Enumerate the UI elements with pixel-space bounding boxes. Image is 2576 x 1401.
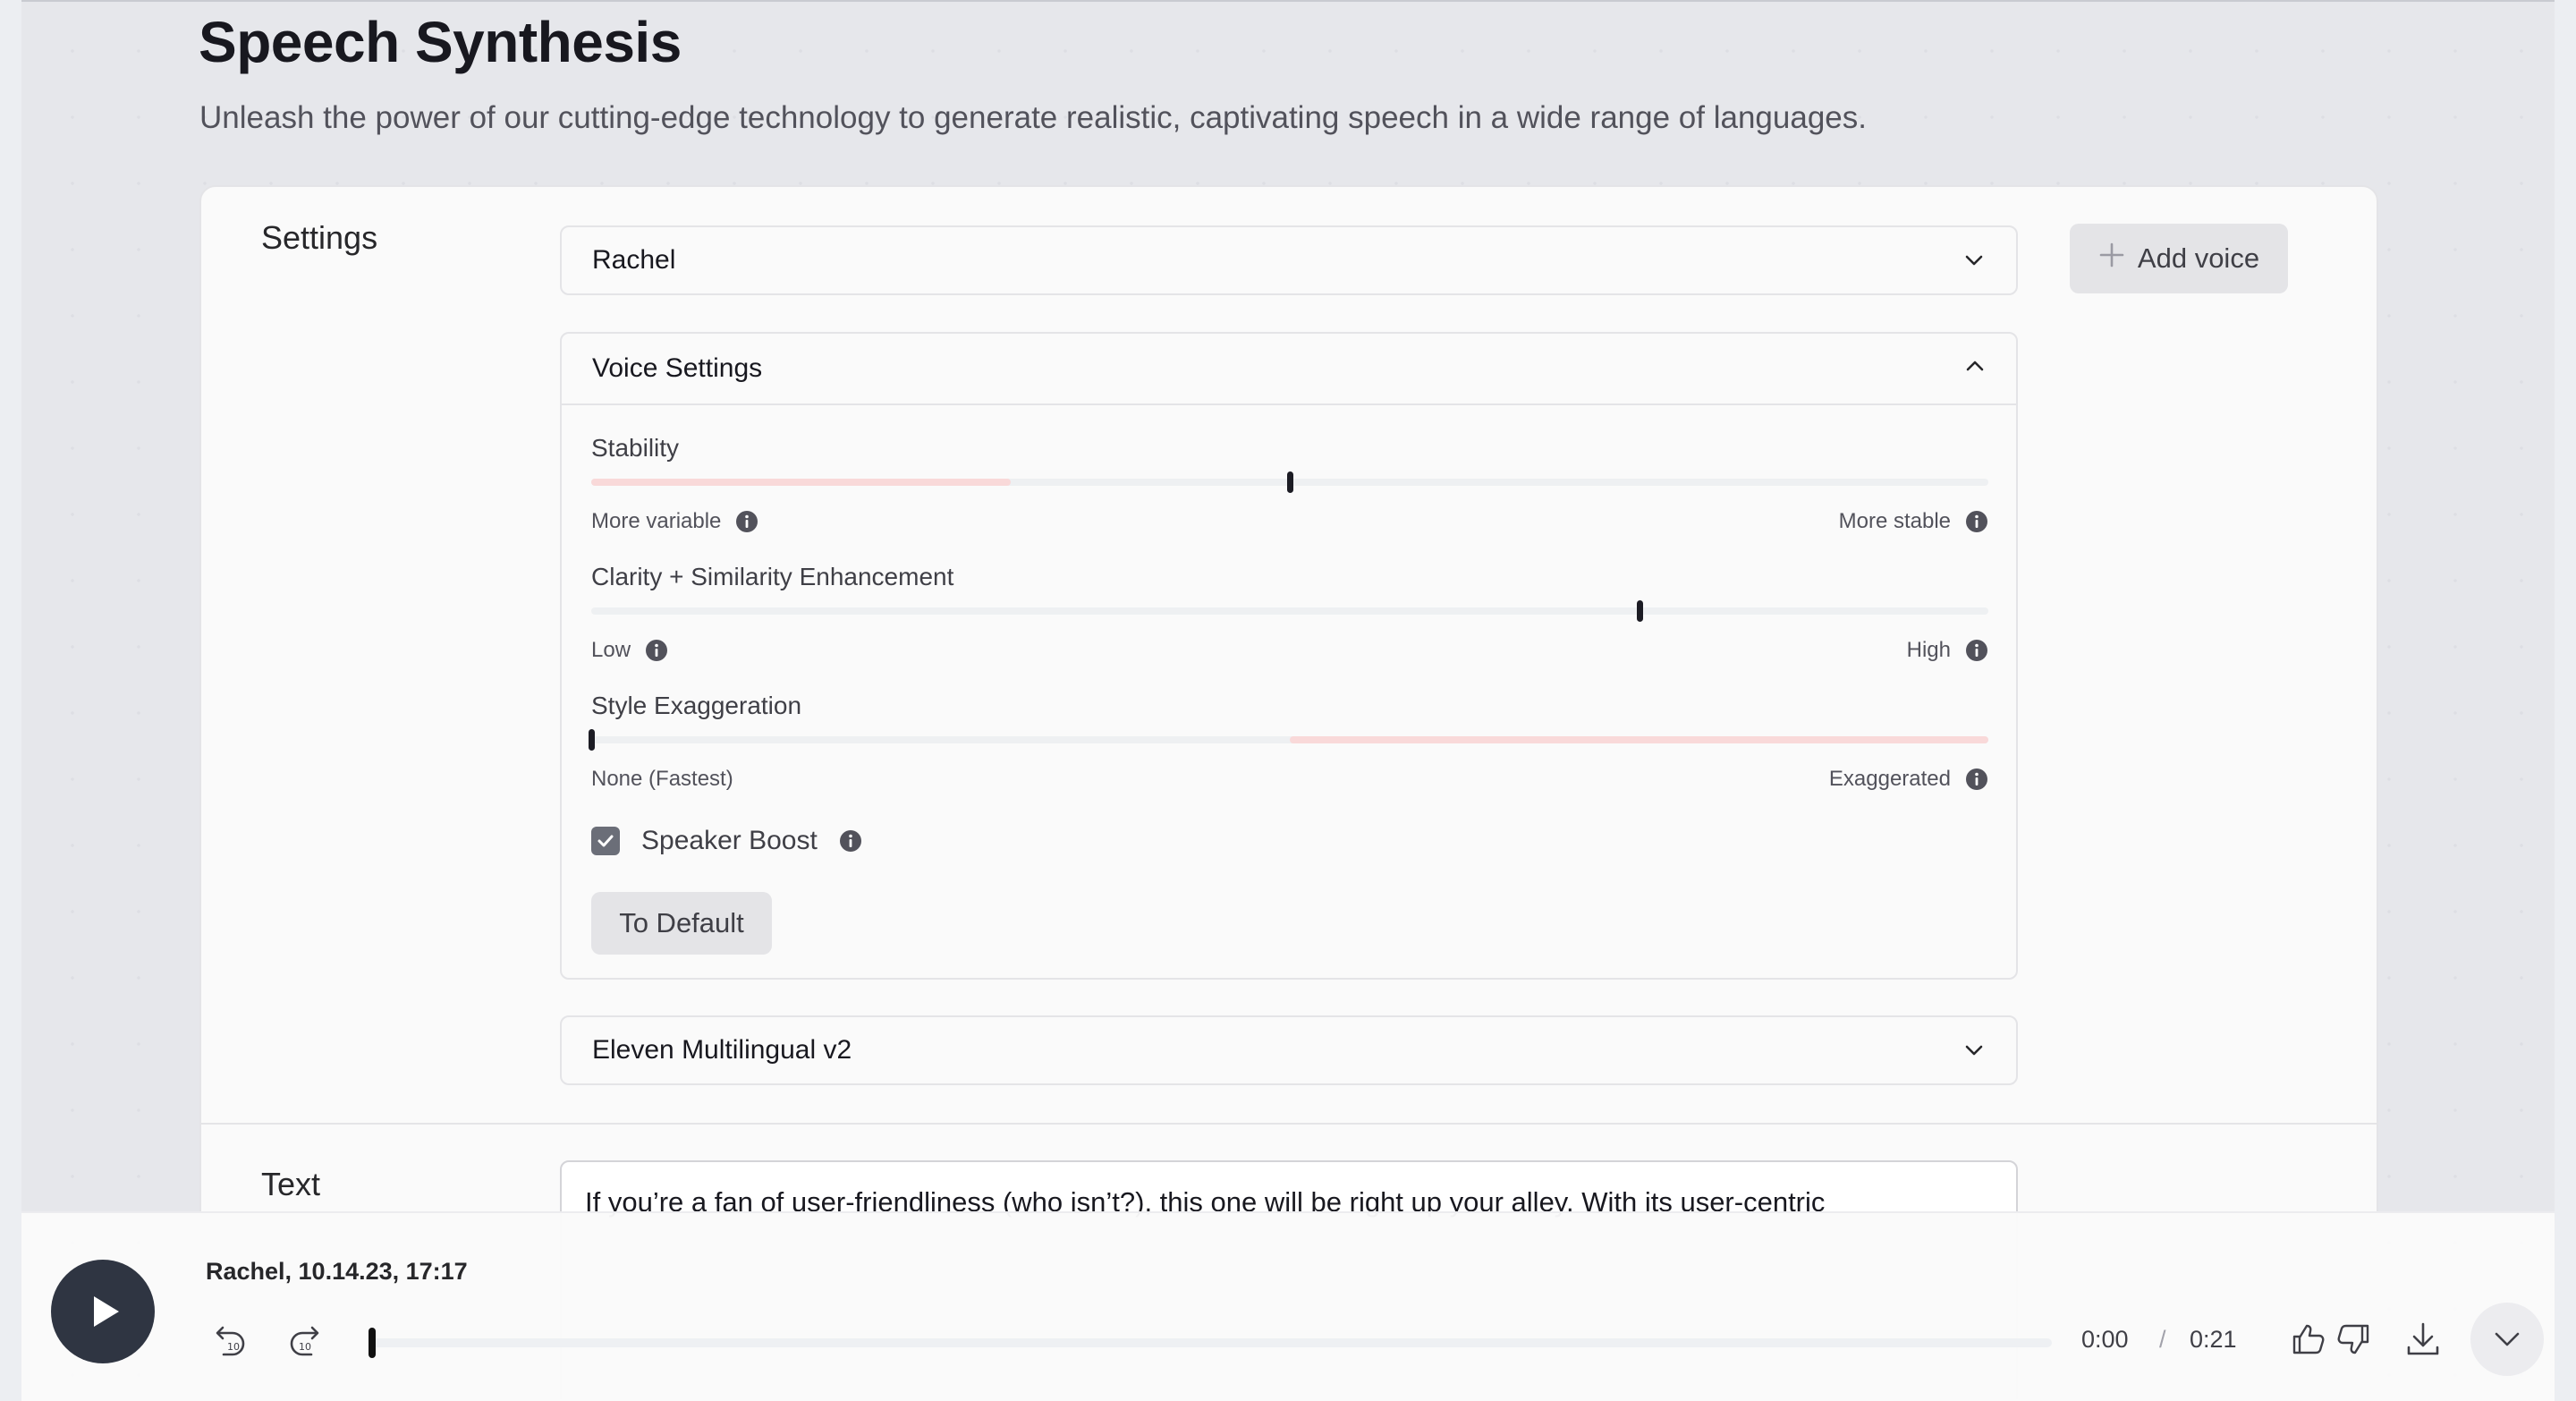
svg-text:10: 10 xyxy=(299,1341,311,1353)
stability-min-label: More variable xyxy=(591,509,722,533)
style-min-label: None (Fastest) xyxy=(591,767,733,791)
playback-progress-knob[interactable] xyxy=(369,1328,376,1358)
stability-recommended-range xyxy=(591,479,1011,486)
stability-max-label: More stable xyxy=(1838,509,1951,533)
stability-slider-group: Stability More variable More stable xyxy=(591,434,1988,533)
info-icon[interactable] xyxy=(1965,768,1988,791)
clarity-slider-group: Clarity + Similarity Enhancement Low Hig… xyxy=(591,563,1988,662)
collapse-player-button[interactable] xyxy=(2470,1303,2544,1376)
download-icon[interactable] xyxy=(2402,1319,2444,1360)
voice-select-value: Rachel xyxy=(592,245,676,275)
clarity-max-label: High xyxy=(1906,638,1951,662)
forward-icon: 10 xyxy=(290,1326,319,1356)
stability-label: Stability xyxy=(591,434,680,462)
speaker-boost-label: Speaker Boost xyxy=(641,826,818,855)
svg-text:10: 10 xyxy=(227,1341,240,1353)
info-icon[interactable] xyxy=(735,510,758,533)
speaker-boost-row: Speaker Boost xyxy=(591,826,862,856)
page-title: Speech Synthesis xyxy=(199,10,682,74)
text-section-label: Text xyxy=(261,1166,321,1202)
rewind-icon: 10 xyxy=(216,1326,245,1356)
clarity-slider[interactable] xyxy=(591,600,1988,622)
duration: 0:21 xyxy=(2190,1326,2237,1353)
speaker-boost-checkbox[interactable] xyxy=(591,827,620,855)
play-icon xyxy=(94,1296,119,1327)
rewind-10-button[interactable]: 10 xyxy=(209,1322,249,1362)
chevron-up-icon xyxy=(1964,353,1986,384)
play-button[interactable] xyxy=(51,1260,155,1363)
style-slider-thumb[interactable] xyxy=(589,729,595,751)
add-voice-label: Add voice xyxy=(2137,242,2260,274)
clarity-slider-thumb[interactable] xyxy=(1636,600,1643,622)
top-border xyxy=(21,0,2555,2)
page: Speech Synthesis Unleash the power of ou… xyxy=(21,0,2555,1399)
voice-settings-panel: Voice Settings Stability More variable M… xyxy=(560,332,2018,980)
chevron-down-icon xyxy=(1962,249,1986,272)
style-slider-group: Style Exaggeration None (Fastest) Exagge… xyxy=(589,692,1988,791)
now-playing-label: Rachel, 10.14.23, 17:17 xyxy=(206,1258,468,1285)
add-voice-button[interactable]: Add voice xyxy=(2070,224,2288,293)
style-slider[interactable] xyxy=(589,729,1988,751)
stability-slider-thumb[interactable] xyxy=(1287,471,1293,493)
style-max-label: Exaggerated xyxy=(1828,767,1951,791)
to-default-button[interactable]: To Default xyxy=(591,892,772,955)
info-icon[interactable] xyxy=(839,829,862,853)
info-icon[interactable] xyxy=(645,639,668,662)
chevron-down-icon xyxy=(1962,1039,1986,1062)
info-icon[interactable] xyxy=(1965,639,1988,662)
playback-progress-bar[interactable] xyxy=(369,1328,2052,1358)
stability-range-labels: More variable More stable xyxy=(591,509,1988,534)
clarity-min-label: Low xyxy=(591,638,631,662)
section-divider xyxy=(201,1123,2377,1125)
model-select-value: Eleven Multilingual v2 xyxy=(592,1035,852,1065)
clarity-range-labels: Low High xyxy=(591,638,1988,663)
info-icon[interactable] xyxy=(1965,510,1988,533)
chevron-down-icon xyxy=(2495,1332,2520,1346)
page-subtitle: Unleash the power of our cutting-edge te… xyxy=(199,100,1867,135)
current-time: 0:00 xyxy=(2081,1326,2129,1353)
forward-10-button[interactable]: 10 xyxy=(286,1322,326,1362)
time-separator: / xyxy=(2159,1326,2166,1353)
style-range-labels: None (Fastest) Exaggerated xyxy=(591,767,1988,792)
model-select[interactable]: Eleven Multilingual v2 xyxy=(560,1015,2018,1085)
voice-select[interactable]: Rachel xyxy=(560,225,2018,295)
voice-settings-header[interactable]: Voice Settings xyxy=(562,334,2016,405)
clarity-label: Clarity + Similarity Enhancement xyxy=(591,563,954,590)
stability-slider[interactable] xyxy=(591,471,1988,493)
settings-section-label: Settings xyxy=(261,219,378,256)
thumbs-down-icon[interactable] xyxy=(2333,1319,2374,1360)
check-icon xyxy=(597,835,614,847)
voice-settings-title: Voice Settings xyxy=(592,353,763,383)
plus-icon xyxy=(2098,242,2125,276)
style-label: Style Exaggeration xyxy=(591,692,802,719)
thumbs-up-icon[interactable] xyxy=(2288,1319,2329,1360)
style-warning-range xyxy=(1290,736,1988,743)
audio-player: Rachel, 10.14.23, 17:17 10 10 0:00 / 0:2… xyxy=(21,1211,2555,1401)
